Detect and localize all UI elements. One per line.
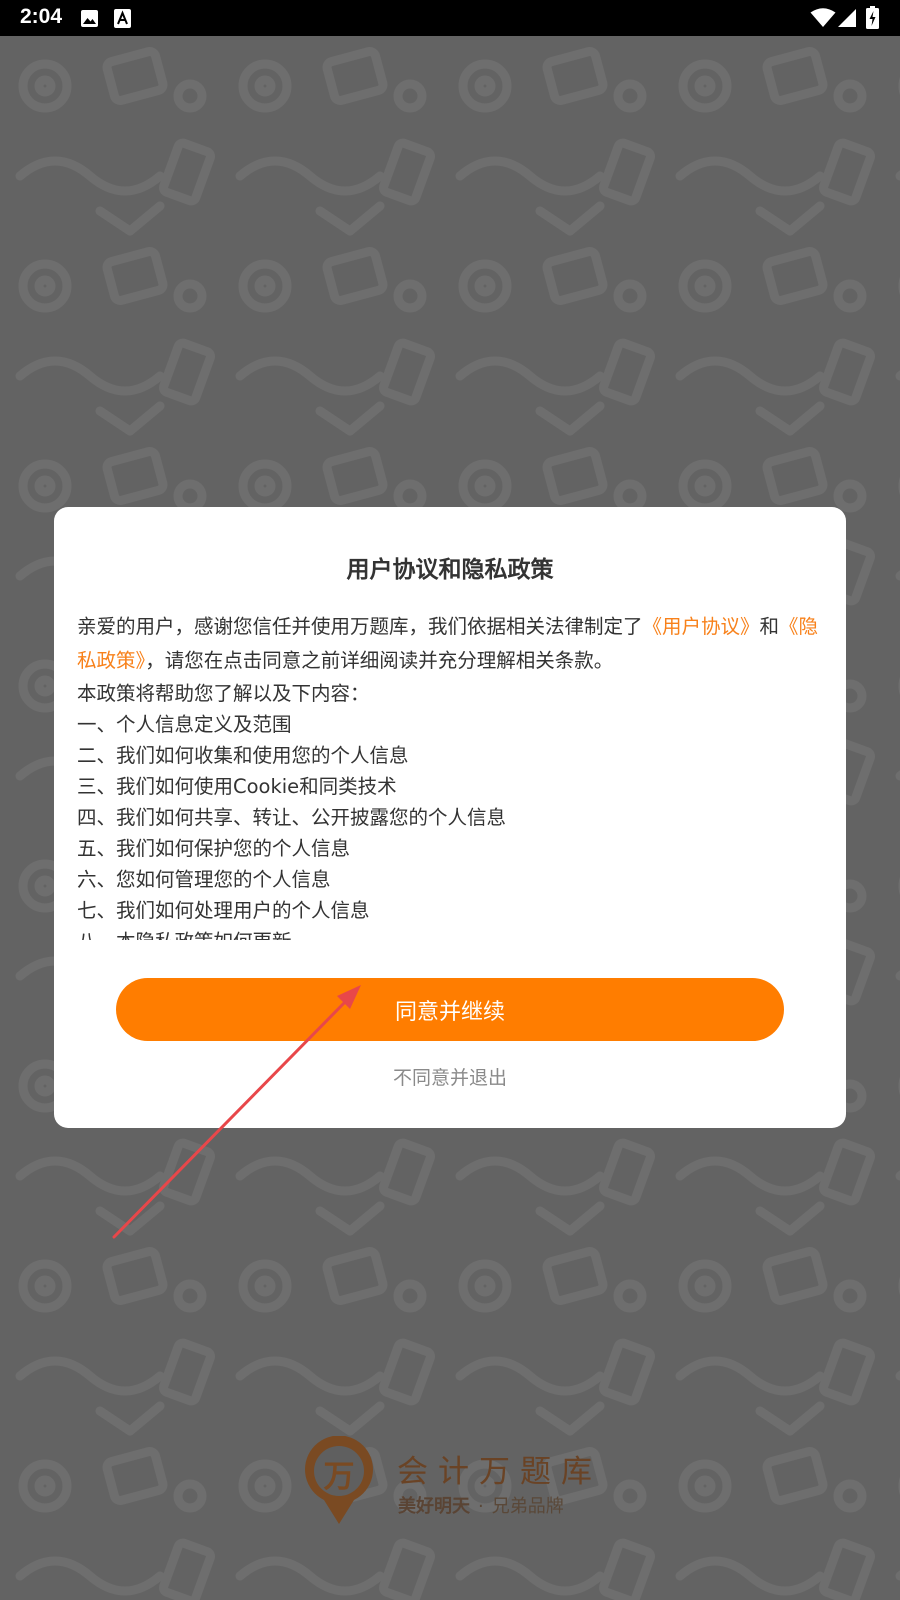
brand-slogan-rest: 兄弟品牌 [491,1496,564,1517]
brand-slogan: 美好明天 · 兄弟品牌 [398,1492,564,1518]
image-icon [81,10,98,27]
list-item: 二、我们如何收集和使用您的个人信息 [77,744,409,767]
list-item: 一、个人信息定义及范围 [77,713,292,736]
intro-text: 亲爱的用户，感谢您信任并使用万题库，我们依据相关法律制定了 [77,615,643,638]
font-a-icon [114,9,131,28]
wifi-icon [810,8,836,27]
privacy-dialog: 用户协议和隐私政策 亲爱的用户，感谢您信任并使用万题库，我们依据相关法律制定了《… [54,507,846,1128]
list-item: 三、我们如何使用Cookie和同类技术 [77,775,397,798]
intro-paragraph: 亲爱的用户，感谢您信任并使用万题库，我们依据相关法律制定了《用户协议》和《隐私政… [77,610,827,678]
dialog-body-scroll[interactable]: 亲爱的用户，感谢您信任并使用万题库，我们依据相关法律制定了《用户协议》和《隐私政… [77,610,827,940]
dialog-title: 用户协议和隐私政策 [346,557,554,583]
brand-footer: 万 会计万题库 美好明天 · 兄弟品牌 [302,1436,622,1526]
policy-contents-list: 一、个人信息定义及范围 二、我们如何收集和使用您的个人信息 三、我们如何使用Co… [77,709,827,940]
list-item: 五、我们如何保护您的个人信息 [77,837,351,860]
intro-and-text: 和 [759,615,780,638]
status-bar: 2:04 [0,0,900,36]
agree-continue-button[interactable]: 同意并继续 [116,978,784,1041]
user-agreement-link[interactable]: 《用户协议》 [643,615,760,638]
brand-name: 会计万题库 [397,1454,602,1490]
brand-slogan-dot: · [478,1496,484,1517]
list-item: 七、我们如何处理用户的个人信息 [77,899,370,922]
list-item: 六、您如何管理您的个人信息 [77,868,331,891]
policy-lead: 本政策将帮助您了解以及下内容： [77,682,370,705]
signal-icon [838,9,856,27]
list-item: 四、我们如何共享、转让、公开披露您的个人信息 [77,806,507,829]
brand-logo-char: 万 [323,1459,355,1495]
list-item: 八、本隐私政策如何更新 [77,926,827,940]
disagree-exit-link[interactable]: 不同意并退出 [54,1063,846,1090]
status-time: 2:04 [20,5,63,28]
intro-suffix-text: ，请您在点击同意之前详细阅读并充分理解相关条款。 [145,649,614,672]
battery-charging-icon [866,6,879,29]
brand-slogan-bold: 美好明天 [398,1496,470,1517]
